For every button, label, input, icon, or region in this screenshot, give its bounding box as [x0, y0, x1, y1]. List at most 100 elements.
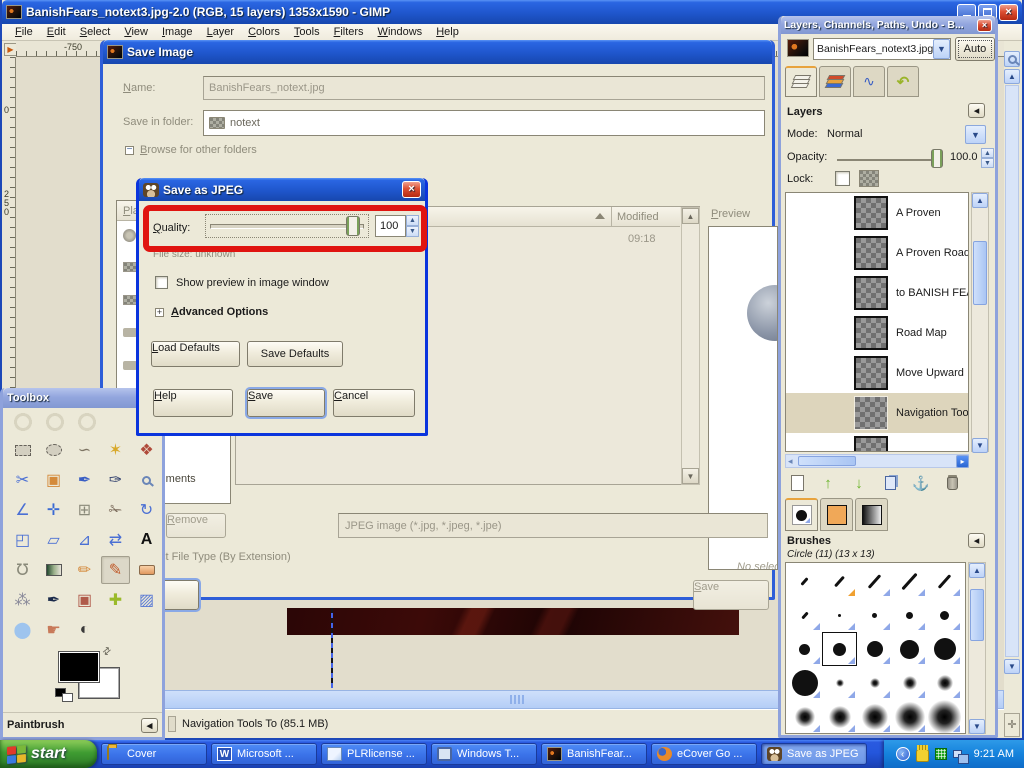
tool-gradient[interactable]: [39, 556, 68, 584]
file-list-vscrollbar[interactable]: ▲ ▼: [681, 207, 700, 485]
brush-item[interactable]: [822, 564, 857, 598]
menu-help[interactable]: Help: [429, 26, 466, 38]
tool-free-select[interactable]: ∽: [70, 436, 99, 464]
new-layer-button[interactable]: [785, 472, 809, 494]
menu-file[interactable]: File: [8, 26, 40, 38]
collapse-arrow-button[interactable]: ◂: [141, 718, 158, 733]
task-button-banishfear[interactable]: BanishFear...: [541, 743, 647, 765]
tool-clone[interactable]: ▣: [70, 586, 99, 614]
task-button-plrlicense[interactable]: PLRlicense ...: [321, 743, 427, 765]
raise-layer-button[interactable]: ↑: [816, 472, 840, 494]
tool-crop[interactable]: ✁: [101, 496, 130, 524]
spin-down-icon[interactable]: ▼: [406, 226, 419, 237]
show-preview-checkbox[interactable]: [155, 276, 168, 289]
brush-item[interactable]: [892, 700, 927, 734]
menu-layer[interactable]: Layer: [200, 26, 242, 38]
tab-patterns[interactable]: [820, 498, 853, 531]
tool-color-picker[interactable]: ✑: [101, 466, 130, 494]
layer-thumbnail[interactable]: [854, 196, 888, 230]
place-folder-icon[interactable]: [123, 262, 137, 272]
layer-name[interactable]: to BANISH FEAR: [896, 287, 969, 299]
opacity-slider-handle[interactable]: [931, 149, 943, 168]
tool-paths[interactable]: ✒: [70, 466, 99, 494]
image-selector-dropdown[interactable]: BanishFears_notext3.jpg-2 ▼: [813, 38, 951, 60]
quality-spinbox[interactable]: 100 ▲▼: [375, 215, 419, 237]
place-recent-icon[interactable]: [123, 229, 136, 242]
layer-thumbnail[interactable]: [854, 356, 888, 390]
filetype-field[interactable]: JPEG image (*.jpg, *.jpeg, *.jpe): [338, 513, 768, 538]
close-button[interactable]: ×: [999, 4, 1018, 21]
layer-name[interactable]: A Proven: [896, 207, 941, 219]
scroll-up-button[interactable]: ▲: [1004, 69, 1020, 84]
scroll-thumb[interactable]: [973, 241, 987, 305]
brush-item[interactable]: [927, 666, 962, 700]
brush-item[interactable]: [857, 700, 892, 734]
tool-align[interactable]: ⊞: [70, 496, 99, 524]
tool-move[interactable]: ✛: [39, 496, 68, 524]
brush-item[interactable]: [787, 700, 822, 734]
tool-measure[interactable]: ∠: [8, 496, 37, 524]
layer-thumbnail[interactable]: [854, 316, 888, 350]
tool-perspective-clone[interactable]: ▨: [132, 586, 161, 614]
updates-icon[interactable]: [935, 748, 947, 760]
status-resize-grip[interactable]: [168, 716, 176, 732]
folder-selector[interactable]: notext: [203, 110, 765, 136]
menu-select[interactable]: Select: [73, 26, 118, 38]
zoom-fit-button[interactable]: [1004, 51, 1020, 67]
menu-colors[interactable]: Colors: [241, 26, 287, 38]
layer-row[interactable]: A Proven: [786, 193, 968, 233]
scroll-thumb[interactable]: [970, 589, 984, 641]
cancel-button[interactable]: Cancel: [333, 389, 415, 417]
layer-thumbnail[interactable]: [854, 436, 888, 453]
tool-shear[interactable]: ▱: [39, 526, 68, 554]
brush-item[interactable]: [787, 666, 822, 700]
tool-rotate[interactable]: ↻: [132, 496, 161, 524]
collapse-arrow-button[interactable]: ◂: [968, 103, 985, 118]
start-button[interactable]: start: [0, 740, 97, 768]
scroll-down-button[interactable]: ▼: [1004, 659, 1020, 674]
task-button-windows-t[interactable]: Windows T...: [431, 743, 537, 765]
tool-ellipse-select[interactable]: [39, 436, 68, 464]
scroll-right-button[interactable]: ▸: [956, 455, 969, 468]
menu-filters[interactable]: Filters: [327, 26, 371, 38]
mode-dropdown-button[interactable]: ▼: [965, 125, 986, 144]
menu-image[interactable]: Image: [155, 26, 200, 38]
tool-perspective[interactable]: ⊿: [70, 526, 99, 554]
scroll-up-button[interactable]: ▲: [972, 193, 988, 208]
tab-undo-history[interactable]: ↶: [887, 66, 919, 97]
scroll-down-button[interactable]: ▼: [972, 438, 988, 453]
tool-flip[interactable]: ⇄: [101, 526, 130, 554]
scroll-down-button[interactable]: ▼: [682, 468, 699, 484]
layer-row[interactable]: A Proven Road Ma: [786, 233, 968, 273]
menu-windows[interactable]: Windows: [371, 26, 430, 38]
close-button[interactable]: ×: [402, 181, 421, 198]
tab-gradients[interactable]: [855, 498, 888, 531]
spin-up-icon[interactable]: ▲: [981, 148, 994, 158]
canvas-vscrollbar[interactable]: ▲ ▼ ✛: [1004, 41, 1020, 738]
brushes-vscrollbar[interactable]: ▲ ▼: [968, 562, 986, 734]
lock-alpha-button[interactable]: [859, 170, 879, 187]
layers-hscrollbar[interactable]: ◂ ▸: [785, 454, 969, 468]
brush-item[interactable]: [822, 700, 857, 734]
brush-item[interactable]: [892, 666, 927, 700]
hand-icon[interactable]: [916, 749, 929, 762]
load-defaults-button[interactable]: Load Defaults: [151, 341, 240, 367]
layer-row[interactable]: [786, 433, 968, 452]
scroll-down-button[interactable]: ▼: [969, 719, 985, 734]
brush-item[interactable]: [857, 598, 892, 632]
opacity-value[interactable]: 100.0: [950, 151, 978, 163]
browse-folders-expander[interactable]: − Browse for other folders: [125, 144, 257, 156]
tool-eraser[interactable]: [132, 556, 161, 584]
close-button[interactable]: ×: [977, 19, 992, 32]
save-defaults-button[interactable]: Save Defaults: [247, 341, 343, 367]
tool-fuzzy-select[interactable]: ✶: [101, 436, 130, 464]
quality-slider[interactable]: [205, 214, 369, 238]
menu-view[interactable]: View: [117, 26, 155, 38]
layer-row[interactable]: Move Upward: [786, 353, 968, 393]
layer-row[interactable]: Navigation Tools T: [786, 393, 968, 433]
advanced-options-expander[interactable]: + Advanced Options: [155, 306, 268, 318]
anchor-layer-button[interactable]: ⚓: [909, 472, 933, 494]
quality-value[interactable]: 100: [375, 215, 406, 237]
layers-list[interactable]: A ProvenA Proven Road Mato BANISH FEARRo…: [785, 192, 969, 452]
brush-item[interactable]: [892, 632, 927, 666]
